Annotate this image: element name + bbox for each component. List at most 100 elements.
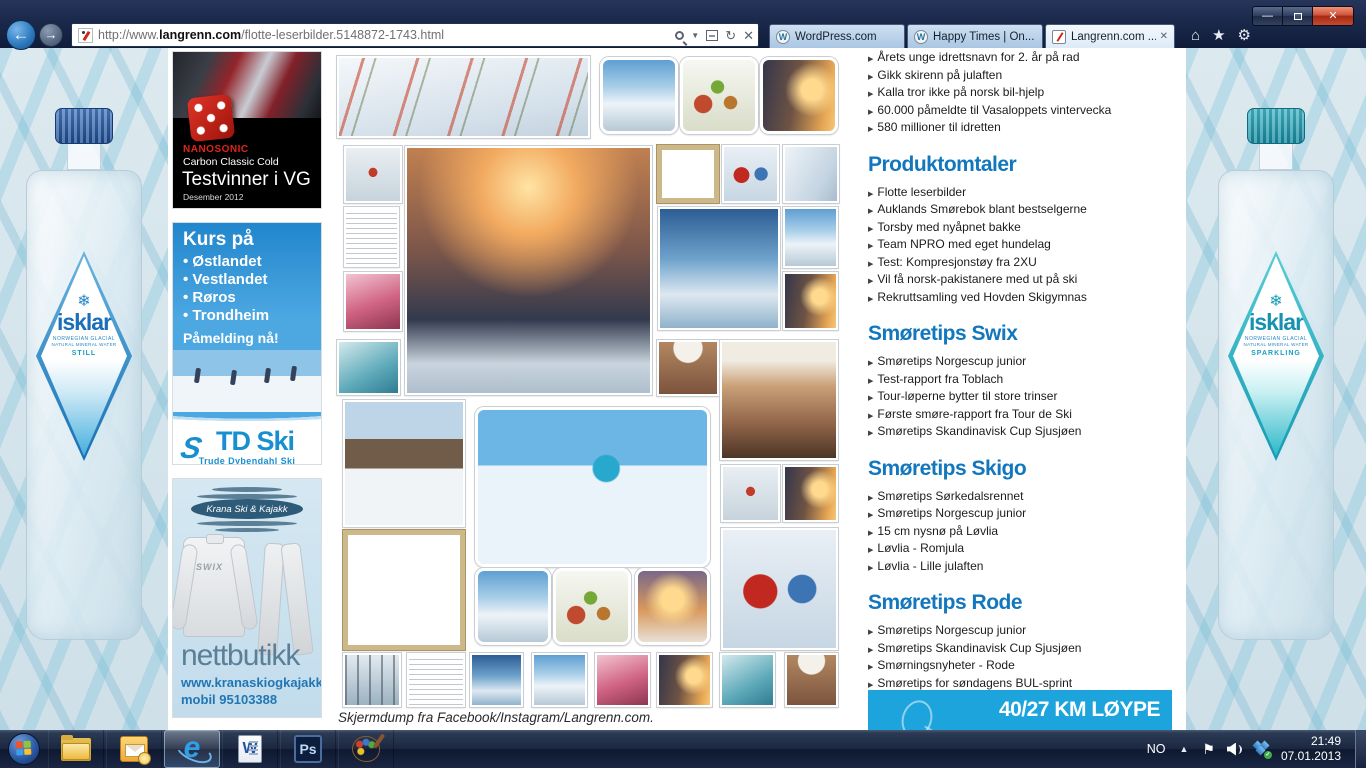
link-arrow-icon: ▶ [868, 527, 873, 542]
browser-tab-0[interactable]: WWordPress.com [769, 24, 905, 48]
sidebar-link[interactable]: ▶15 cm nysnø på Løvlia [868, 524, 1180, 542]
start-button[interactable] [8, 733, 40, 765]
nanosonic-ad[interactable]: NANOSONIC Carbon Classic Cold Testvinner… [172, 51, 322, 209]
link-arrow-icon: ▶ [868, 293, 873, 308]
isklar-brand: isklar [57, 310, 111, 334]
taskbar-outlook-button[interactable] [106, 730, 162, 768]
url-text[interactable]: http://www.langrenn.com/flotte-leserbild… [98, 28, 669, 42]
navigation-bar: ← → http://www.langrenn.com/flotte-leser… [0, 22, 1366, 48]
link-label: Rekruttsamling ved Hovden Skigymnas [877, 290, 1086, 305]
krana-ad[interactable]: Krana Ski & Kajakk SWIX nettbutikk www.k… [172, 478, 322, 718]
language-indicator[interactable]: NO [1147, 742, 1166, 756]
sidebar-link[interactable]: ▶Smøretips Norgescup junior [868, 354, 1180, 372]
isklar-skin-background-right[interactable]: ❄ isklar NORWEGIAN GLACIAL NATURAL MINER… [1186, 48, 1366, 730]
nanosonic-product: Carbon Classic Cold [183, 156, 279, 168]
sidebar-link[interactable]: ▶Team NPRO med eget hundelag [868, 237, 1180, 255]
link-label: Smørningsnyheter - Rode [877, 658, 1014, 673]
collage-photo-skier-on-trail [600, 57, 678, 134]
volume-icon[interactable] [1227, 743, 1241, 756]
krana-logo-text: Krana Ski & Kajakk [206, 504, 287, 515]
sidebar-link[interactable]: ▶580 millioner til idretten [868, 120, 1180, 138]
isklar-brand: isklar [1249, 310, 1303, 334]
sidebar-link[interactable]: ▶Løvlia - Romjula [868, 541, 1180, 559]
forward-button[interactable]: → [39, 23, 63, 47]
search-dropdown-icon[interactable]: ▼ [691, 31, 699, 40]
home-icon[interactable]: ⌂ [1191, 27, 1200, 44]
browser-tab-1[interactable]: WHappy Times | On... [907, 24, 1043, 48]
collage-photo-result-list-2 [407, 653, 465, 707]
dropbox-icon[interactable]: ✓ [1253, 742, 1269, 757]
sidebar-link[interactable]: ▶Auklands Smørebok blant bestselgerne [868, 202, 1180, 220]
sidebar-link[interactable]: ▶Smøretips Sørkedalsrennet [868, 489, 1180, 507]
stop-icon[interactable]: ✕ [743, 29, 754, 42]
taskbar-word-button[interactable]: W [222, 730, 278, 768]
show-desktop-button[interactable] [1355, 730, 1366, 768]
sidebar-link[interactable]: ▶ Torsby med nyåpnet bakke [868, 220, 1180, 238]
link-arrow-icon: ▶ [868, 223, 873, 238]
tools-gear-icon[interactable]: ⚙ [1238, 26, 1251, 44]
link-label: Auklands Smørebok blant bestselgerne [877, 202, 1086, 217]
refresh-icon[interactable]: ↻ [725, 29, 736, 42]
sidebar-link[interactable]: ▶Flotte leserbilder [868, 185, 1180, 203]
wordpress-tab-icon: W [776, 30, 790, 44]
swix-baselayer-shirt: SWIX [183, 537, 245, 637]
krana-phone: mobil 95103388 [181, 692, 277, 707]
collage-photo-race-crowd [344, 272, 402, 331]
sidebar-link[interactable]: ▶ Gikk skirenn på julaften [868, 68, 1180, 86]
sidebar-link[interactable]: ▶Første smøre-rapport fra Tour de Ski [868, 407, 1180, 425]
link-arrow-icon: ▶ [868, 644, 873, 659]
isklar-label: ❄ isklar NORWEGIAN GLACIAL NATURAL MINER… [1228, 251, 1324, 461]
taskbar-explorer-button[interactable] [48, 730, 104, 768]
link-arrow-icon: ▶ [868, 188, 873, 203]
sidebar-link[interactable]: ▶Smørningsnyheter - Rode [868, 658, 1180, 676]
taskbar-paint-button[interactable] [338, 730, 394, 768]
course-banner-ad[interactable]: 40/27 KM LØYPE [868, 690, 1172, 730]
link-label: Tour-løperne bytter til store trinser [877, 389, 1057, 404]
system-tray: NO ▲ ⚑ ✓ 21:49 07.01.2013 [1147, 730, 1366, 768]
taskbar-ie-button[interactable]: e [164, 730, 220, 768]
krana-headline: nettbutikk [181, 639, 299, 673]
windows-taskbar: e W Ps NO ▲ ⚑ ✓ 21:49 07.01.2013 [0, 730, 1366, 768]
collage-photo-red-skier-training [721, 465, 780, 522]
tab-close-icon[interactable]: ✕ [1156, 31, 1168, 42]
windows-flag-icon [15, 740, 32, 756]
favorites-star-icon[interactable]: ★ [1212, 26, 1225, 44]
isklar-skin-background-left[interactable]: ❄ isklar NORWEGIAN GLACIAL NATURAL MINER… [0, 48, 168, 730]
sidebar-link[interactable]: ▶Smøretips Skandinavisk Cup Sjusjøen [868, 424, 1180, 442]
bottle-body: ❄ isklar NORWEGIAN GLACIAL NATURAL MINER… [26, 170, 142, 640]
link-arrow-icon: ▶ [868, 71, 873, 86]
sidebar-link[interactable]: ▶Smøretips Norgescup junior [868, 623, 1180, 641]
show-hidden-icons-button[interactable]: ▲ [1179, 744, 1188, 754]
tdski-ad[interactable]: Kurs på ØstlandetVestlandetRørosTrondhei… [172, 222, 322, 465]
sidebar-link[interactable]: ▶60.000 påmeldte til Vasaloppets vinterv… [868, 103, 1180, 121]
sidebar-link[interactable]: ▶ Rekruttsamling ved Hovden Skigymnas [868, 290, 1180, 308]
sidebar-link[interactable]: ▶Tour-løperne bytter til store trinser [868, 389, 1180, 407]
sidebar-link[interactable]: ▶ Smøretips Skandinavisk Cup Sjusjøen [868, 641, 1180, 659]
link-label: Torsby med nyåpnet bakke [877, 220, 1020, 235]
browser-tab-2[interactable]: Langrenn.com ...✕ [1045, 24, 1175, 48]
date: 07.01.2013 [1281, 749, 1341, 764]
sidebar-link[interactable]: ▶Test-rapport fra Toblach [868, 372, 1180, 390]
link-label: Vil få norsk-pakistanere med ut på ski [877, 272, 1077, 287]
tab-bar: WWordPress.comWHappy Times | On...Langre… [769, 22, 1177, 48]
sidebar-link[interactable]: ▶Smøretips Norgescup junior [868, 506, 1180, 524]
krana-url[interactable]: www.kranaskiogkajakk.no [181, 675, 322, 690]
action-center-icon[interactable]: ⚑ [1202, 741, 1215, 758]
clock[interactable]: 21:49 07.01.2013 [1281, 734, 1341, 764]
sidebar-link[interactable]: ▶Vil få norsk-pakistanere med ut på ski [868, 272, 1180, 290]
sidebar-link[interactable]: ▶Test: Kompresjonstøy fra 2XU [868, 255, 1180, 273]
link-label: Gikk skirenn på julaften [877, 68, 1002, 83]
taskbar-photoshop-button[interactable]: Ps [280, 730, 336, 768]
link-label: Smøretips Skandinavisk Cup Sjusjøen [877, 641, 1081, 656]
sidebar-link[interactable]: ▶Årets unge idrettsnavn for 2. år på rad [868, 50, 1180, 68]
back-button[interactable]: ← [6, 20, 36, 50]
link-label: Kalla tror ikke på norsk bil-hjelp [877, 85, 1044, 100]
compatibility-view-icon[interactable] [706, 30, 718, 41]
collage-photo-framed-family-collage [343, 530, 465, 650]
word-icon: W [238, 735, 262, 763]
sidebar-link[interactable]: ▶Kalla tror ikke på norsk bil-hjelp [868, 85, 1180, 103]
search-icon[interactable] [675, 31, 684, 40]
sidebar-link[interactable]: ▶Løvlia - Lille julaften [868, 559, 1180, 577]
link-label: Løvlia - Romjula [877, 541, 964, 556]
address-bar[interactable]: http://www.langrenn.com/flotte-leserbild… [71, 23, 759, 47]
